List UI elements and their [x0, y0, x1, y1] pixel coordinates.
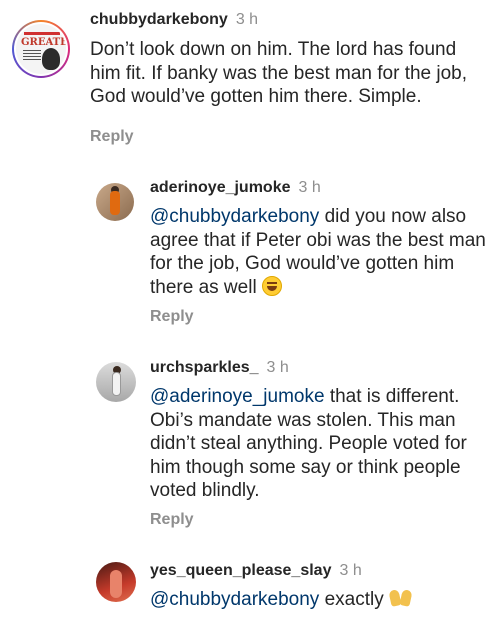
avatar-person [110, 570, 122, 598]
comment-text-content: exactly [319, 589, 389, 610]
avatar-stripe [24, 32, 60, 35]
avatar-logo-text: GREATEr [21, 37, 66, 48]
comment-text: @chubbydarkebony did you now also agree … [150, 205, 495, 299]
avatar-fine-print [23, 50, 41, 62]
mention-link[interactable]: @aderinoye_jumoke [150, 386, 325, 407]
comment-username[interactable]: yes_queen_please_slay 3 h [150, 562, 362, 580]
comment-time: 3 h [266, 359, 289, 376]
username-text[interactable]: yes_queen_please_slay [150, 562, 331, 579]
comment-username[interactable]: aderinoye_jumoke 3 h [150, 179, 321, 197]
comment-time: 3 h [298, 179, 321, 196]
comment-text: Don’t look down on him. The lord has fou… [90, 38, 485, 109]
comment-text: @aderinoye_jumoke that is different. Obi… [150, 385, 485, 503]
avatar-person [110, 191, 120, 215]
username-text[interactable]: aderinoye_jumoke [150, 179, 291, 196]
avatar[interactable] [96, 183, 134, 221]
reply-button[interactable]: Reply [150, 308, 194, 326]
comment-username[interactable]: chubbydarkebony 3 h [90, 11, 258, 29]
username-text[interactable]: urchsparkles_ [150, 359, 259, 376]
mention-link[interactable]: @chubbydarkebony [150, 589, 319, 610]
avatar[interactable] [96, 562, 136, 602]
username-text[interactable]: chubbydarkebony [90, 11, 228, 28]
comment-time: 3 h [339, 562, 362, 579]
comment-text-content: Don’t look down on him. The lord has fou… [90, 39, 468, 107]
avatar-portrait [42, 48, 60, 70]
grinning-squinting-face-icon [261, 275, 282, 296]
reply-button[interactable]: Reply [90, 128, 134, 146]
comment-time: 3 h [235, 11, 259, 28]
avatar[interactable] [96, 362, 136, 402]
raising-hands-icon [388, 588, 413, 608]
comment-username[interactable]: urchsparkles_ 3 h [150, 359, 289, 377]
avatar[interactable]: GREATEr [12, 20, 70, 78]
mention-link[interactable]: @chubbydarkebony [150, 206, 319, 227]
reply-button[interactable]: Reply [150, 511, 194, 529]
comment-text: @chubbydarkebony exactly [150, 588, 490, 612]
avatar-person [112, 372, 121, 396]
